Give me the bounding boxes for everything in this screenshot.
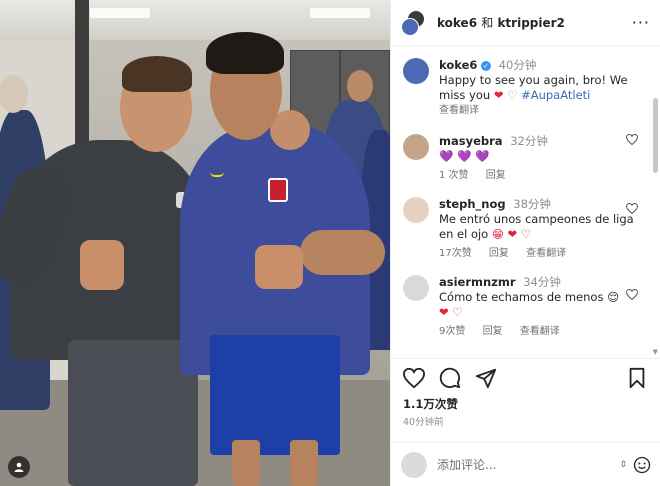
photo-background-head: [347, 70, 373, 102]
avatar: [401, 17, 419, 36]
reply-button[interactable]: 回复: [483, 326, 503, 337]
photo-ceiling: [0, 0, 390, 40]
red-heart-emoji-icon: ❤: [493, 88, 504, 102]
photo-subject-right-leg: [232, 440, 260, 486]
translate-link[interactable]: 查看翻译: [439, 105, 479, 116]
avatar[interactable]: [403, 134, 429, 160]
share-icon[interactable]: [475, 367, 497, 389]
post-header: koke6 和 ktrippier2 ···: [391, 0, 660, 46]
ceiling-light: [90, 8, 150, 18]
comment-input[interactable]: [437, 457, 620, 472]
photo-subject-left-hair: [122, 56, 192, 92]
translate-link[interactable]: 查看翻译: [520, 326, 560, 337]
post-actions-bar: [391, 358, 660, 396]
comment-text: Me entró unos campeones de liga en el oj…: [439, 212, 634, 241]
comment-likes[interactable]: 1 次赞: [439, 170, 469, 181]
photo-subject-right-arm: [300, 230, 385, 275]
white-heart-emoji-icon: ♡: [507, 88, 518, 102]
post-side-panel: koke6 和 ktrippier2 ··· ▼ koke6 ✓ 40分钟 Ha…: [390, 0, 660, 486]
comment-time: 38分钟: [513, 197, 551, 211]
caption-time: 40分钟: [498, 58, 537, 72]
sort-arrows-icon[interactable]: ⇕: [619, 460, 627, 470]
photo-subject-left-trousers: [68, 340, 198, 486]
comment-meta: 1 次赞 回复: [439, 168, 648, 183]
comment-like-heart-icon[interactable]: [626, 289, 638, 300]
comment-time: 32分钟: [510, 134, 548, 148]
photo-thumbs-up-left: [80, 240, 124, 290]
photo-subject-right-shorts: [210, 335, 340, 455]
avatar[interactable]: [403, 58, 429, 84]
comment-username[interactable]: steph_nog: [439, 197, 506, 211]
comment-icon[interactable]: [439, 367, 461, 389]
comments-list[interactable]: ▼ koke6 ✓ 40分钟 Happy to see you again, b…: [391, 46, 660, 358]
caption-hashtag[interactable]: #AupaAtleti: [521, 88, 590, 102]
reply-button[interactable]: 回复: [489, 248, 509, 259]
scroll-down-arrow-icon[interactable]: ▼: [653, 348, 658, 356]
comment-username[interactable]: masyebra: [439, 134, 503, 148]
emoji-icon[interactable]: [633, 456, 651, 474]
avatar: [401, 451, 427, 478]
heart-icon[interactable]: [403, 367, 425, 389]
author-username[interactable]: koke6: [437, 16, 477, 30]
caption: koke6 ✓ 40分钟 Happy to see you again, bro…: [391, 46, 660, 118]
caption-username[interactable]: koke6: [439, 58, 477, 72]
translate-link[interactable]: 查看翻译: [526, 248, 566, 259]
comment-emoji: 😌: [607, 290, 620, 304]
comment-item: steph_nog 38分钟 Me entró unos campeones d…: [391, 183, 660, 261]
photo-subject-right-hair: [206, 32, 284, 74]
comment-time: 34分钟: [523, 275, 561, 289]
comment-likes[interactable]: 17次赞: [439, 248, 472, 259]
coauthor-username[interactable]: ktrippier2: [497, 16, 564, 30]
avatar[interactable]: [403, 197, 429, 223]
comment-meta: 17次赞 回复 查看翻译: [439, 246, 648, 261]
comment-meta: 9次赞 回复 查看翻译: [439, 324, 648, 339]
avatar[interactable]: [403, 275, 429, 301]
photo-thumbs-up-right: [255, 245, 303, 289]
verified-badge-icon: ✓: [481, 61, 492, 71]
comment-hearts-emoji: ❤ ♡: [439, 305, 463, 319]
comment-item: asiermnzmr 34分钟 Cómo te echamos de menos…: [391, 261, 660, 339]
user-tag-icon[interactable]: [8, 456, 30, 478]
ceiling-light: [310, 8, 370, 18]
reply-button[interactable]: 回复: [486, 170, 506, 181]
bookmark-icon[interactable]: [626, 367, 648, 389]
like-count[interactable]: 1.1万次赞: [391, 396, 660, 412]
comment-text: Cómo te echamos de menos: [439, 290, 604, 304]
comment-likes[interactable]: 9次赞: [439, 326, 465, 337]
photo-atletico-crest: [268, 178, 288, 202]
add-comment-bar: ⇕: [391, 442, 660, 486]
post-photo[interactable]: [0, 0, 390, 486]
purple-hearts-emoji: 💜 💜 💜: [439, 149, 490, 163]
photo-subject-right-leg: [290, 440, 318, 486]
comment-username[interactable]: asiermnzmr: [439, 275, 516, 289]
comment-item: masyebra 32分钟 💜 💜 💜 1 次赞 回复: [391, 118, 660, 183]
more-options-icon[interactable]: ···: [632, 13, 650, 32]
comment-like-heart-icon[interactable]: [626, 203, 638, 214]
comment-emoji: 😁 ❤ ♡: [491, 227, 532, 241]
caption-translate[interactable]: 查看翻译: [439, 103, 648, 118]
coauthor-avatars[interactable]: [401, 9, 427, 36]
comment-like-heart-icon[interactable]: [626, 134, 638, 145]
post-authors[interactable]: koke6 和 ktrippier2: [437, 14, 565, 31]
and-label: 和: [481, 16, 494, 30]
post-timestamp[interactable]: 40分钟前: [391, 412, 660, 428]
